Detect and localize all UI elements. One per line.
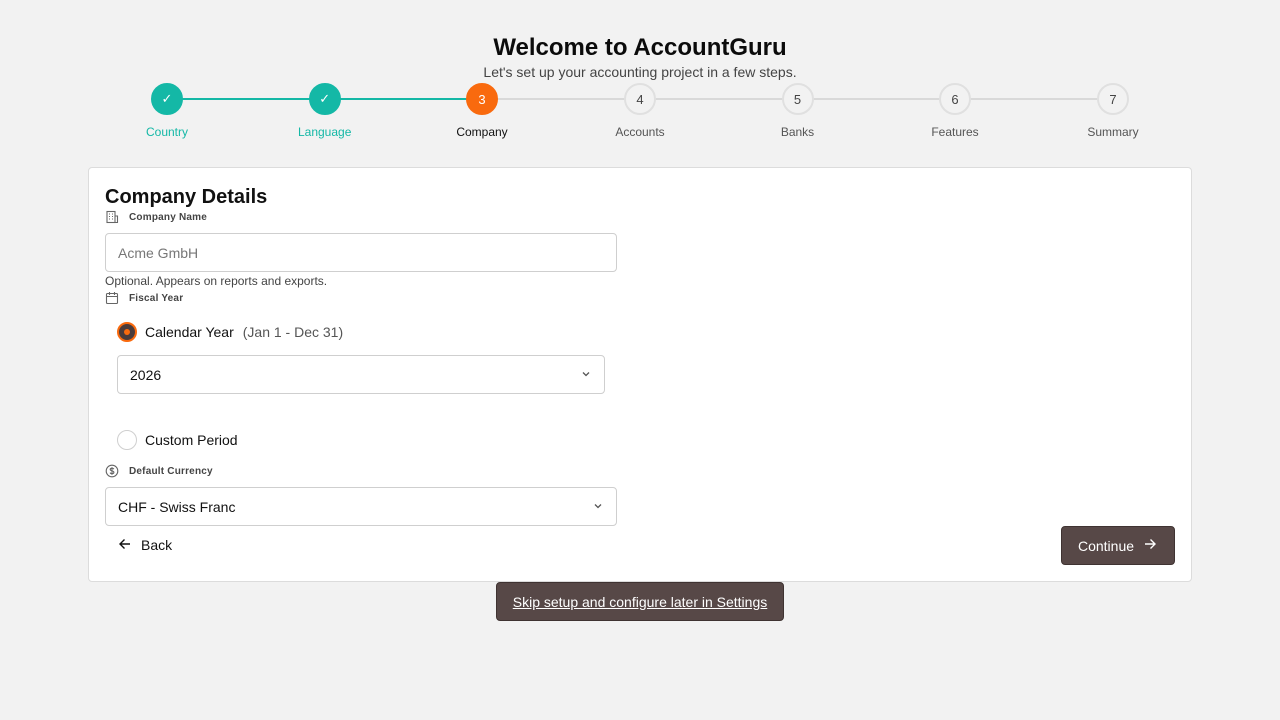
skip-setup-button[interactable]: Skip setup and configure later in Settin…	[496, 582, 784, 621]
card-title: Company Details	[105, 186, 268, 208]
step-company[interactable]: 3 Company	[422, 83, 542, 139]
step-label: Accounts	[615, 125, 665, 139]
company-name-label: Company Name	[105, 210, 207, 224]
custom-period-option[interactable]: Custom Period	[117, 430, 238, 450]
step-label: Company	[456, 125, 508, 139]
step-label: Country	[145, 125, 189, 139]
continue-button[interactable]: Continue	[1061, 526, 1175, 565]
fiscal-year-label-text: Fiscal Year	[129, 292, 184, 304]
step-number: 5	[781, 83, 814, 115]
step-summary[interactable]: 7 Summary	[1053, 83, 1173, 139]
back-label: Back	[141, 537, 173, 553]
step-country[interactable]: ✓ Country	[107, 83, 227, 139]
step-number: 3	[466, 83, 498, 115]
building-icon	[105, 210, 119, 224]
company-name-input[interactable]	[105, 233, 617, 272]
dollar-circle-icon	[105, 464, 119, 478]
default-currency-label-text: Default Currency	[129, 465, 213, 477]
back-button[interactable]: Back	[117, 527, 172, 563]
step-label: Features	[931, 125, 979, 139]
fiscal-year-select[interactable]: 2026	[117, 355, 605, 394]
custom-period-radio[interactable]	[117, 430, 137, 450]
company-name-hint: Optional. Appears on reports and exports…	[105, 274, 328, 288]
custom-period-label: Custom Period	[145, 432, 238, 448]
calendar-year-option[interactable]: Calendar Year (Jan 1 - Dec 31)	[117, 322, 343, 342]
step-number: 7	[1097, 83, 1129, 115]
arrow-right-icon	[1134, 536, 1158, 555]
arrow-left-icon	[117, 536, 141, 555]
default-currency-select[interactable]: CHF - Swiss Franc	[105, 487, 617, 526]
calendar-year-radio[interactable]	[117, 322, 137, 342]
currency-value: CHF - Swiss Franc	[118, 498, 236, 515]
check-icon: ✓	[151, 83, 183, 115]
step-number: 6	[939, 83, 971, 115]
page-header: Welcome to AccountGuru Let's set up your…	[0, 33, 1280, 81]
step-label: Language	[297, 125, 352, 139]
setup-stepper: ✓ Country ✓ Language 3 Company 4 Account…	[146, 83, 1139, 143]
chevron-down-icon	[580, 367, 592, 383]
step-banks[interactable]: 5 Banks	[738, 83, 858, 139]
step-features[interactable]: 6 Features	[895, 83, 1015, 139]
chevron-down-icon	[592, 499, 604, 515]
step-language[interactable]: ✓ Language	[265, 83, 385, 139]
page-subtitle: Let's set up your accounting project in …	[483, 64, 797, 80]
step-label: Summary	[1087, 125, 1139, 139]
calendar-year-range: (Jan 1 - Dec 31)	[242, 324, 344, 340]
calendar-icon	[105, 291, 119, 305]
step-accounts[interactable]: 4 Accounts	[580, 83, 700, 139]
fiscal-year-value: 2026	[130, 366, 162, 383]
calendar-year-label: Calendar Year	[145, 324, 234, 340]
check-icon: ✓	[308, 83, 341, 115]
company-name-label-text: Company Name	[129, 211, 207, 223]
company-details-card: Company Details Company Name Optional. A…	[88, 167, 1192, 582]
fiscal-year-label: Fiscal Year	[105, 291, 183, 305]
step-number: 4	[624, 83, 656, 115]
continue-label: Continue	[1077, 537, 1135, 554]
page-title: Welcome to AccountGuru	[493, 34, 787, 61]
default-currency-label: Default Currency	[105, 464, 213, 478]
step-label: Banks	[780, 125, 815, 139]
